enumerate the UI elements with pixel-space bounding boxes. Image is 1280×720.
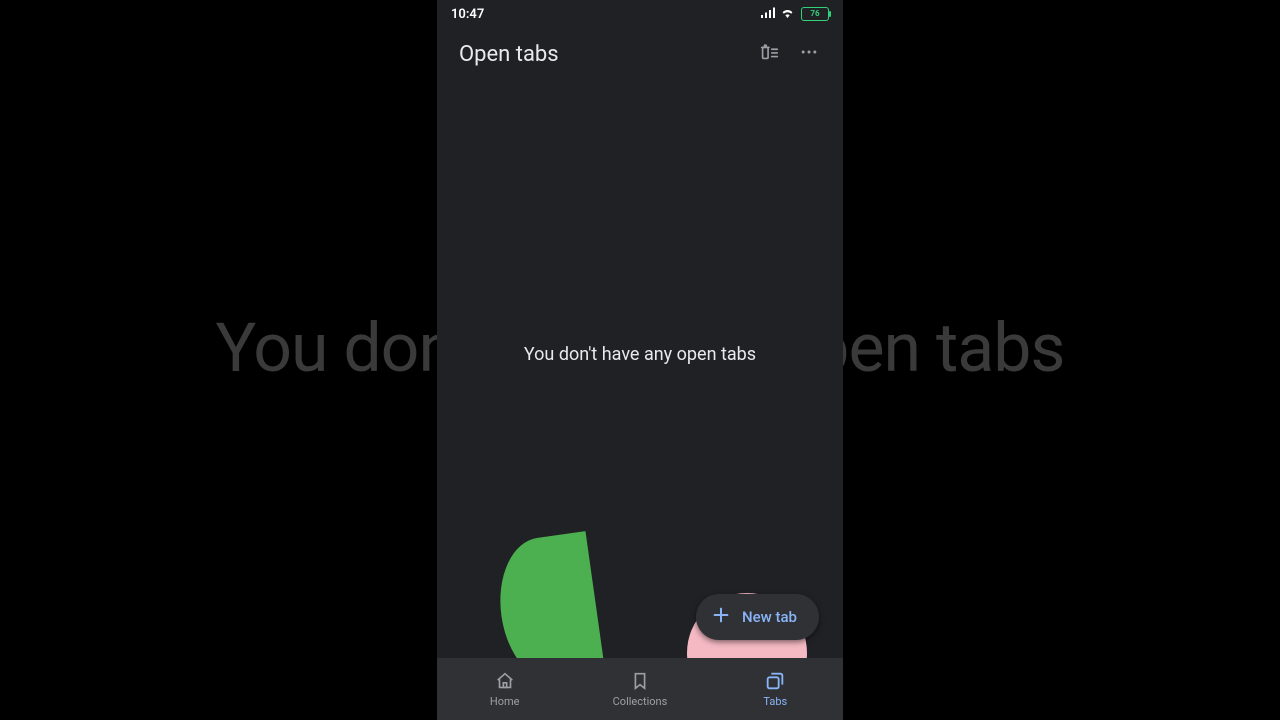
plus-icon [710,604,732,630]
status-bar: 10:47 76 [437,2,843,26]
phone-frame: 10:47 76 Open tabs [437,0,843,720]
main-content: You don't have any open tabs [437,82,843,658]
decorative-shape-green [491,531,605,658]
cellular-signal-icon [761,7,776,22]
page-title: Open tabs [459,42,749,67]
home-icon [494,670,516,692]
overflow-menu-button[interactable] [789,34,829,74]
bottom-navigation: Home Collections Tabs [437,658,843,720]
battery-icon: 76 [801,7,829,21]
nav-tabs[interactable]: Tabs [708,658,843,720]
clear-tabs-button[interactable] [749,34,789,74]
nav-tabs-label: Tabs [763,695,787,708]
nav-home[interactable]: Home [437,658,572,720]
empty-state-message: You don't have any open tabs [437,344,843,365]
status-time: 10:47 [451,7,484,22]
status-indicators: 76 [761,7,829,22]
wifi-icon [780,7,795,22]
nav-home-label: Home [490,695,520,708]
trash-list-icon [758,41,780,67]
battery-level: 76 [810,10,819,18]
bookmark-icon [629,670,651,692]
nav-collections-label: Collections [613,695,668,708]
new-tab-label: New tab [742,608,797,626]
nav-collections[interactable]: Collections [572,658,707,720]
more-horizontal-icon [799,42,819,66]
tabs-icon [764,670,786,692]
new-tab-button[interactable]: New tab [696,594,819,640]
app-header: Open tabs [437,26,843,82]
